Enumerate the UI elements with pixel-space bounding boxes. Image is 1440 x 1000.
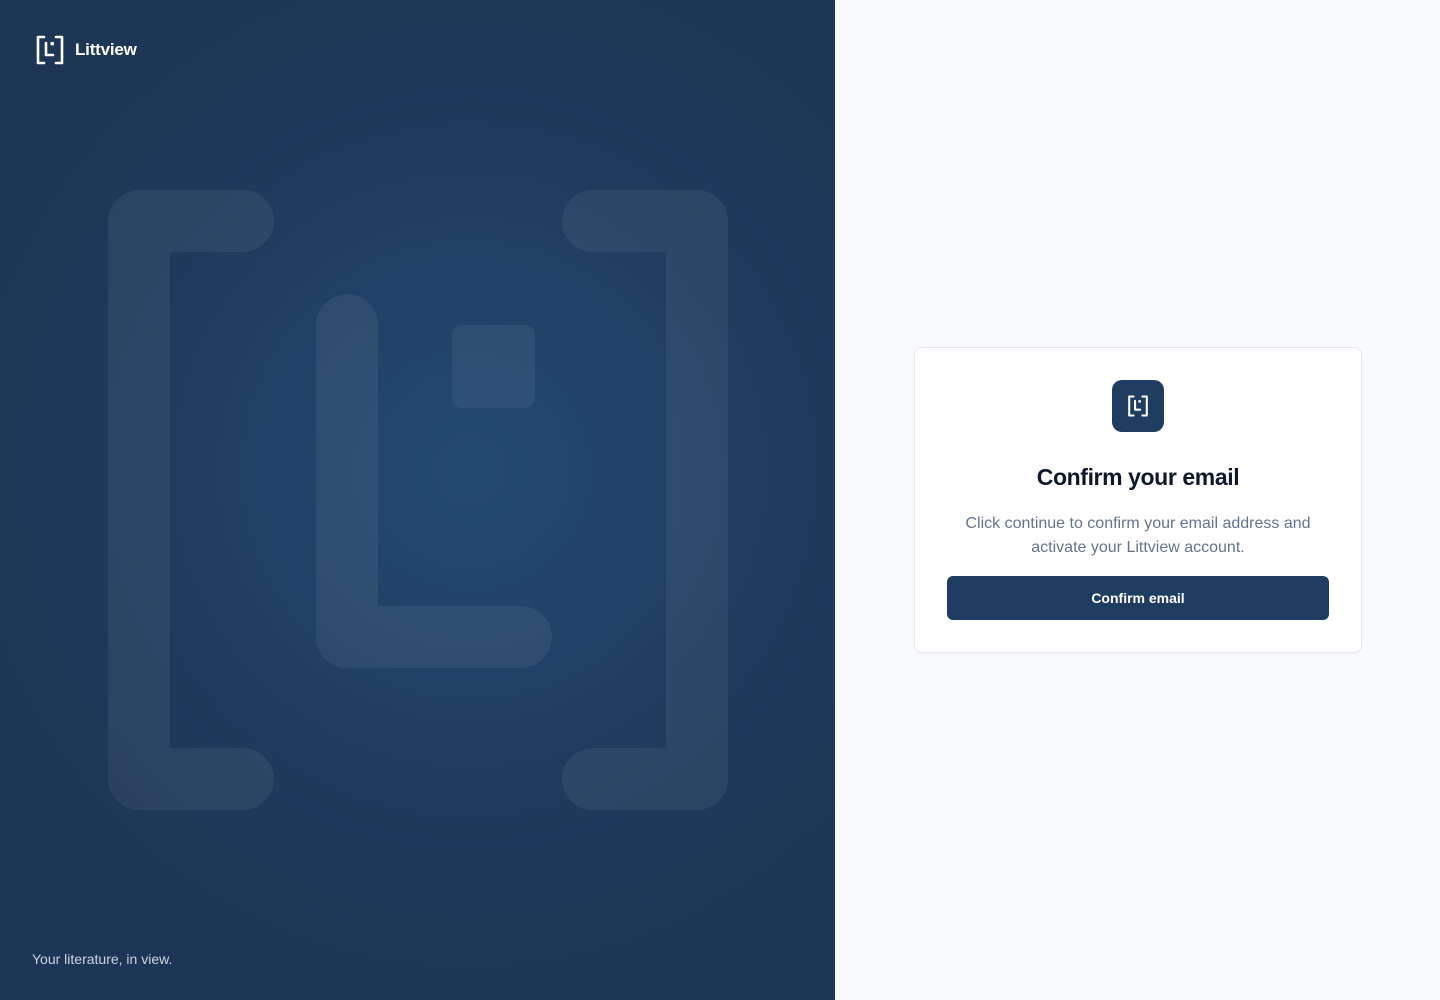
page: Littview Your literature, in view. Confi… bbox=[0, 0, 1440, 1000]
auth-panel: Confirm your email Click continue to con… bbox=[835, 0, 1440, 1000]
brand-name: Littview bbox=[75, 40, 137, 59]
card-title: Confirm your email bbox=[1036, 464, 1240, 490]
brand-tagline: Your literature, in view. bbox=[32, 951, 173, 967]
brand-header[interactable]: Littview bbox=[35, 35, 137, 65]
brand-panel: Littview Your literature, in view. bbox=[0, 0, 835, 1000]
background-logo-mark bbox=[108, 190, 728, 810]
card-description: Click continue to confirm your email add… bbox=[965, 515, 1311, 556]
confirm-email-card: Confirm your email Click continue to con… bbox=[914, 347, 1362, 653]
card-logo bbox=[1112, 380, 1164, 432]
confirm-email-button[interactable]: Confirm email bbox=[947, 576, 1329, 620]
littview-logo-icon bbox=[36, 35, 64, 65]
littview-logo-icon bbox=[1128, 395, 1148, 417]
